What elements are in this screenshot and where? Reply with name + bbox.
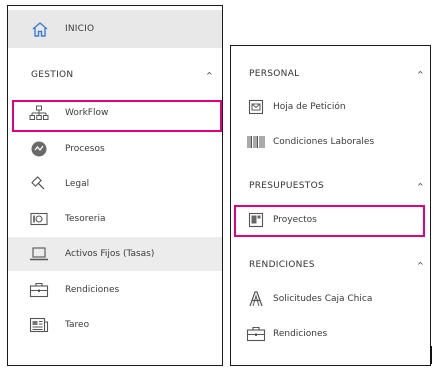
menu-item-rendiciones-right[interactable]: Rendiciones — [231, 324, 430, 344]
menu-item-legal[interactable]: Legal — [8, 174, 222, 194]
menu-item-label: Solicitudes Caja Chica — [273, 294, 373, 304]
menu-item-condiciones-laborales[interactable]: Condiciones Laborales — [231, 132, 430, 152]
menu-item-label: Tareo — [65, 320, 90, 330]
menu-item-label: Rendiciones — [65, 285, 120, 295]
menu-item-procesos[interactable]: Procesos — [8, 139, 222, 159]
newspaper-icon — [28, 315, 50, 335]
text-cursor — [430, 346, 432, 364]
section-presupuestos[interactable]: PRESUPUESTOS ^ — [231, 177, 430, 195]
menu-item-label: INICIO — [65, 24, 95, 34]
briefcase-icon — [28, 280, 50, 300]
highlight-box-proyectos — [234, 205, 425, 237]
menu-item-activos-fijos[interactable]: Activos Fijos (Tasas) — [8, 237, 222, 271]
chevron-up-icon[interactable]: ^ — [417, 261, 424, 270]
briefcase-icon — [245, 324, 267, 344]
process-icon — [28, 139, 50, 159]
gavel-icon — [28, 174, 50, 194]
menu-item-hoja-peticion[interactable]: Hoja de Petición — [231, 97, 430, 117]
highlight-box-workflow — [12, 100, 222, 132]
left-menu-panel: INICIO GESTION ^ WorkFlow Procesos Legal… — [7, 5, 223, 366]
menu-item-label: Procesos — [65, 144, 105, 154]
menu-item-label: Rendiciones — [273, 329, 328, 339]
section-label: RENDICIONES — [249, 260, 315, 270]
home-icon — [29, 19, 51, 39]
menu-item-rendiciones[interactable]: Rendiciones — [8, 280, 222, 300]
chevron-up-icon[interactable]: ^ — [417, 182, 424, 191]
section-label: GESTION — [31, 70, 74, 80]
menu-item-inicio[interactable]: INICIO — [8, 10, 222, 48]
money-icon — [28, 209, 50, 229]
section-label: PERSONAL — [249, 69, 300, 79]
section-rendiciones[interactable]: RENDICIONES ^ — [231, 256, 430, 274]
menu-item-label: Tesoreria — [65, 214, 106, 224]
menu-item-tareo[interactable]: Tareo — [8, 315, 222, 335]
menu-item-label: Hoja de Petición — [273, 102, 346, 112]
menu-item-label: Legal — [65, 179, 90, 189]
chevron-up-icon[interactable]: ^ — [417, 70, 424, 79]
menu-item-label: Activos Fijos (Tasas) — [65, 249, 155, 259]
menu-item-solicitudes-caja-chica[interactable]: Solicitudes Caja Chica — [231, 289, 430, 309]
chevron-up-icon[interactable]: ^ — [206, 71, 213, 80]
section-personal[interactable]: PERSONAL ^ — [231, 65, 430, 83]
barcode-icon — [245, 132, 267, 152]
menu-item-tesoreria[interactable]: Tesoreria — [8, 209, 222, 229]
menu-item-label: Condiciones Laborales — [273, 137, 375, 147]
section-gestion[interactable]: GESTION ^ — [8, 66, 222, 84]
section-label: PRESUPUESTOS — [249, 181, 324, 191]
laptop-icon — [28, 244, 50, 264]
letter-a-icon — [245, 289, 267, 309]
mail-icon — [245, 97, 267, 117]
